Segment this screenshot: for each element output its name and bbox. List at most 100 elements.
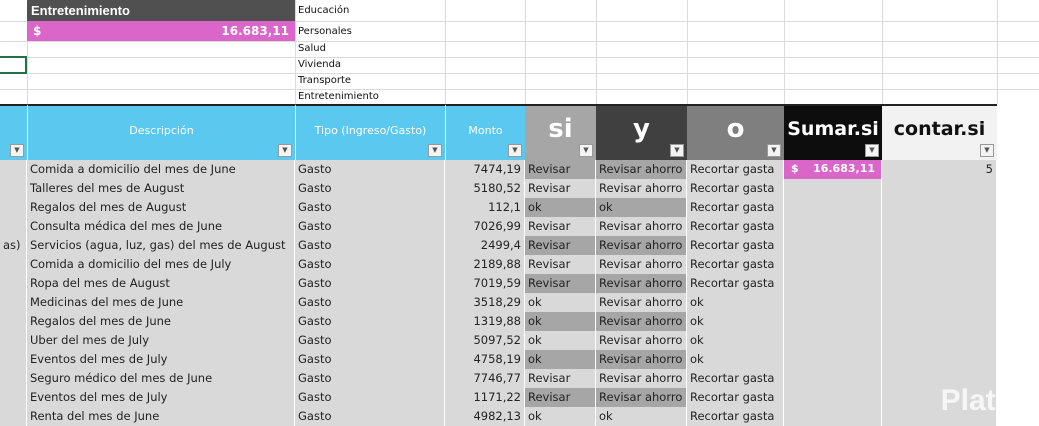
filter-dropdown[interactable]: ▼ <box>579 144 593 157</box>
filter-dropdown[interactable]: ▼ <box>980 144 994 157</box>
cell-a[interactable] <box>0 312 27 331</box>
cell-sumar[interactable]: $16.683,11 <box>784 160 882 179</box>
cell-desc[interactable]: Regalos del mes de June <box>27 312 295 331</box>
cell-y[interactable]: ok <box>596 198 687 217</box>
cell-a[interactable] <box>0 293 27 312</box>
cell-desc[interactable]: Medicinas del mes de June <box>27 293 295 312</box>
cell-a[interactable] <box>0 331 27 350</box>
cell-y[interactable]: Revisar ahorro <box>596 217 687 236</box>
cell-a[interactable] <box>0 179 27 198</box>
cell-o[interactable]: Recortar gasta <box>687 198 784 217</box>
cell-tipo[interactable]: Gasto <box>295 407 445 426</box>
cell-sumar[interactable] <box>784 331 882 350</box>
cell-o[interactable]: Recortar gasta <box>687 255 784 274</box>
cell-tipo[interactable]: Gasto <box>295 236 445 255</box>
cell-tipo[interactable]: Gasto <box>295 179 445 198</box>
category-cell[interactable]: Vivienda <box>298 59 341 70</box>
cell-monto[interactable]: 7019,59 <box>445 274 525 293</box>
cell-contar[interactable] <box>882 217 997 236</box>
cell-contar[interactable] <box>882 293 997 312</box>
cell-desc[interactable]: Consulta médica del mes de June <box>27 217 295 236</box>
cell-a[interactable] <box>0 407 27 426</box>
cell-tipo[interactable]: Gasto <box>295 293 445 312</box>
cell-desc[interactable]: Eventos del mes de July <box>27 388 295 407</box>
cell-si[interactable]: ok <box>525 198 596 217</box>
cell-tipo[interactable]: Gasto <box>295 350 445 369</box>
cell-contar[interactable] <box>882 179 997 198</box>
cell-a[interactable]: as) <box>0 236 27 255</box>
cell-si[interactable]: Revisar <box>525 236 596 255</box>
cell-sumar[interactable] <box>784 217 882 236</box>
cell-si[interactable]: ok <box>525 407 596 426</box>
selected-cell[interactable] <box>0 56 27 74</box>
cell-y[interactable]: Revisar ahorro <box>596 369 687 388</box>
cell-tipo[interactable]: Gasto <box>295 388 445 407</box>
cell-o[interactable]: Recortar gasta <box>687 179 784 198</box>
cell-y[interactable]: Revisar ahorro <box>596 236 687 255</box>
cell-si[interactable]: ok <box>525 312 596 331</box>
cell-a[interactable] <box>0 369 27 388</box>
filter-dropdown[interactable]: ▼ <box>428 144 442 157</box>
cell-y[interactable]: Revisar ahorro <box>596 160 687 179</box>
cell-o[interactable]: Recortar gasta <box>687 274 784 293</box>
cell-si[interactable]: ok <box>525 293 596 312</box>
cell-o[interactable]: ok <box>687 312 784 331</box>
cell-tipo[interactable]: Gasto <box>295 312 445 331</box>
cell-monto[interactable]: 5180,52 <box>445 179 525 198</box>
cell-si[interactable]: ok <box>525 350 596 369</box>
cell-monto[interactable]: 3518,29 <box>445 293 525 312</box>
cell-contar[interactable] <box>882 274 997 293</box>
cell-o[interactable]: Recortar gasta <box>687 236 784 255</box>
cell-si[interactable]: Revisar <box>525 160 596 179</box>
cell-monto[interactable]: 1171,22 <box>445 388 525 407</box>
cell-sumar[interactable] <box>784 198 882 217</box>
cell-y[interactable]: Revisar ahorro <box>596 255 687 274</box>
cell-o[interactable]: ok <box>687 331 784 350</box>
cell-o[interactable]: Recortar gasta <box>687 388 784 407</box>
cell-monto[interactable]: 4982,13 <box>445 407 525 426</box>
cell-sumar[interactable] <box>784 255 882 274</box>
cell-desc[interactable]: Comida a domicilio del mes de July <box>27 255 295 274</box>
cell-contar[interactable] <box>882 331 997 350</box>
cell-tipo[interactable]: Gasto <box>295 369 445 388</box>
cell-tipo[interactable]: Gasto <box>295 274 445 293</box>
cell-tipo[interactable]: Gasto <box>295 217 445 236</box>
cell-si[interactable]: Revisar <box>525 274 596 293</box>
cell-si[interactable]: Revisar <box>525 388 596 407</box>
cell-y[interactable]: ok <box>596 407 687 426</box>
category-cell[interactable]: Educación <box>298 5 349 16</box>
cell-contar[interactable] <box>882 350 997 369</box>
cell-contar[interactable] <box>882 255 997 274</box>
cell-y[interactable]: Revisar ahorro <box>596 179 687 198</box>
cell-sumar[interactable] <box>784 179 882 198</box>
cell-desc[interactable]: Comida a domicilio del mes de June <box>27 160 295 179</box>
cell-a[interactable] <box>0 255 27 274</box>
filter-dropdown[interactable]: ▼ <box>508 144 522 157</box>
cell-sumar[interactable] <box>784 293 882 312</box>
cell-o[interactable]: Recortar gasta <box>687 369 784 388</box>
cell-desc[interactable]: Seguro médico del mes de June <box>27 369 295 388</box>
category-cell[interactable]: Transporte <box>298 75 351 86</box>
cell-monto[interactable]: 7746,77 <box>445 369 525 388</box>
cell-monto[interactable]: 7026,99 <box>445 217 525 236</box>
filter-dropdown[interactable]: ▼ <box>865 144 879 157</box>
cell-o[interactable]: ok <box>687 350 784 369</box>
cell-si[interactable]: ok <box>525 331 596 350</box>
cell-desc[interactable]: Renta del mes de June <box>27 407 295 426</box>
cell-sumar[interactable] <box>784 407 882 426</box>
cell-tipo[interactable]: Gasto <box>295 331 445 350</box>
cell-a[interactable] <box>0 198 27 217</box>
cell-sumar[interactable] <box>784 274 882 293</box>
cell-a[interactable] <box>0 350 27 369</box>
cell-contar[interactable]: 5 <box>882 160 997 179</box>
cell-y[interactable]: Revisar ahorro <box>596 350 687 369</box>
cell-tipo[interactable]: Gasto <box>295 160 445 179</box>
filter-dropdown[interactable]: ▼ <box>278 144 292 157</box>
cell-tipo[interactable]: Gasto <box>295 255 445 274</box>
cell-desc[interactable]: Eventos del mes de July <box>27 350 295 369</box>
cell-contar[interactable] <box>882 198 997 217</box>
cell-tipo[interactable]: Gasto <box>295 198 445 217</box>
cell-si[interactable]: Revisar <box>525 369 596 388</box>
summary-value-cell[interactable]: $16.683,11 <box>27 21 295 41</box>
cell-a[interactable] <box>0 274 27 293</box>
